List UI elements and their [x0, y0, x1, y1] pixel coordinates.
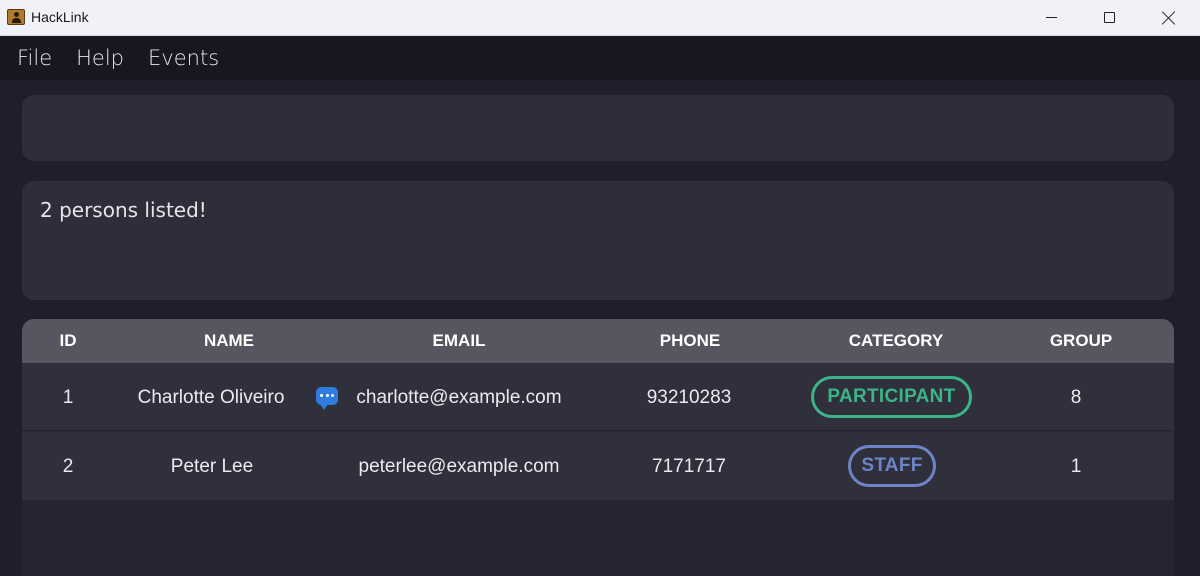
cell-phone: 93210283	[646, 387, 732, 408]
minimize-button[interactable]	[1022, 0, 1080, 35]
header-name[interactable]: NAME	[204, 331, 254, 351]
table-row[interactable]: 2 Peter Lee peterlee@example.com 7171717…	[22, 432, 1174, 500]
table-header: ID NAME EMAIL PHONE CATEGORY GROUP	[22, 319, 1174, 363]
menu-help[interactable]: Help	[76, 46, 124, 70]
title-bar: HackLink	[0, 0, 1200, 36]
header-id[interactable]: ID	[60, 331, 77, 351]
header-email[interactable]: EMAIL	[433, 331, 486, 351]
person-table: ID NAME EMAIL PHONE CATEGORY GROUP 1 Cha…	[22, 319, 1174, 576]
table-empty-area	[22, 500, 1174, 576]
cell-id: 1	[62, 387, 74, 408]
result-message: 2 persons listed!	[40, 198, 207, 222]
close-button[interactable]	[1140, 0, 1198, 35]
minimize-icon	[1045, 17, 1057, 18]
cell-email: peterlee@example.com	[358, 456, 560, 477]
header-phone[interactable]: PHONE	[660, 331, 720, 351]
cell-group: 1	[1070, 456, 1082, 477]
close-icon	[1162, 11, 1176, 25]
cell-name: Charlotte Oliveiro	[137, 387, 285, 408]
menu-events[interactable]: Events	[148, 46, 219, 70]
header-group[interactable]: GROUP	[1050, 331, 1112, 351]
cell-id: 2	[62, 456, 74, 477]
app-icon	[7, 9, 25, 25]
cell-email: charlotte@example.com	[356, 387, 562, 408]
cell-phone: 7171717	[652, 456, 726, 477]
header-category[interactable]: CATEGORY	[849, 331, 943, 351]
result-display: 2 persons listed!	[22, 181, 1174, 300]
cell-name: Peter Lee	[170, 456, 254, 477]
cell-group: 8	[1070, 387, 1082, 408]
menu-bar: File Help Events	[0, 36, 1200, 80]
window-title: HackLink	[31, 9, 89, 25]
chat-bubble-icon[interactable]	[316, 387, 338, 410]
command-input[interactable]	[22, 95, 1174, 161]
maximize-icon	[1103, 12, 1115, 23]
menu-file[interactable]: File	[17, 46, 52, 70]
category-badge: PARTICIPANT	[811, 376, 972, 418]
category-badge: STAFF	[848, 445, 936, 487]
table-row[interactable]: 1 Charlotte Oliveiro charlotte@example.c…	[22, 363, 1174, 431]
maximize-button[interactable]	[1080, 0, 1138, 35]
